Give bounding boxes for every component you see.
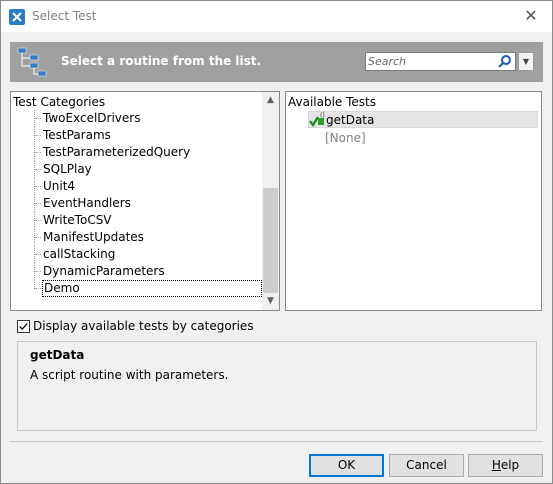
ok-button[interactable]: OK (309, 454, 384, 477)
category-label: Unit4 (43, 179, 76, 193)
tree-connector (35, 169, 41, 170)
header-banner: Select a routine from the list. ▼ (10, 42, 543, 82)
category-label: SQLPlay (43, 162, 92, 176)
display-by-categories-checkbox[interactable] (17, 320, 30, 333)
cancel-button[interactable]: Cancel (389, 454, 464, 477)
search-input[interactable] (366, 53, 494, 70)
banner-instruction: Select a routine from the list. (61, 54, 262, 68)
category-label: TwoExcelDrivers (43, 111, 141, 125)
svg-text:(): () (320, 112, 325, 119)
tree-connector (35, 237, 41, 238)
category-item[interactable]: WriteToCSV (11, 212, 262, 229)
search-dropdown-button[interactable]: ▼ (518, 52, 534, 71)
search-field[interactable] (365, 52, 516, 71)
tests-header: Available Tests (288, 95, 377, 109)
tree-connector (35, 118, 41, 119)
window-title: Select Test (32, 9, 97, 23)
tree-connector (35, 135, 41, 136)
category-label: Demo (42, 280, 262, 297)
categories-header: Test Categories (13, 95, 106, 109)
category-item[interactable]: TestParameterizedQuery (11, 144, 262, 161)
tree-connector (35, 254, 41, 255)
close-button[interactable]: ✕ (520, 5, 542, 27)
tree-connector (35, 271, 41, 272)
tree-connector (35, 186, 41, 187)
category-item-selected[interactable]: Demo (11, 280, 262, 297)
category-item[interactable]: ManifestUpdates (11, 229, 262, 246)
search-icon[interactable] (497, 54, 512, 69)
categories-tree: TwoExcelDrivers TestParams TestParameter… (11, 110, 262, 297)
help-mnemonic: H (491, 458, 501, 472)
category-item[interactable]: Unit4 (11, 178, 262, 195)
category-label: ManifestUpdates (43, 230, 144, 244)
scroll-up-icon[interactable]: ▲ (262, 92, 279, 109)
tree-connector (35, 288, 41, 289)
test-label: [None] (325, 131, 366, 145)
description-text: A script routine with parameters. (30, 368, 229, 382)
category-item[interactable]: callStacking (11, 246, 262, 263)
footer-divider (10, 441, 543, 442)
category-label: TestParameterizedQuery (43, 145, 191, 159)
scroll-thumb[interactable] (263, 188, 278, 293)
app-logo-icon (9, 9, 25, 25)
tree-connector (35, 220, 41, 221)
tree-connector (35, 152, 41, 153)
description-panel: getData A script routine with parameters… (17, 341, 537, 431)
test-item-selected[interactable]: () getData (308, 111, 538, 128)
select-test-dialog: Select Test ✕ Select a routine from the … (0, 0, 553, 484)
display-by-categories-label[interactable]: Display available tests by categories (33, 319, 254, 333)
title-bar: Select Test ✕ (1, 1, 552, 32)
categories-scrollbar[interactable]: ▲ ▼ (262, 92, 279, 310)
test-label: getData (326, 113, 375, 127)
category-label: DynamicParameters (43, 264, 165, 278)
category-item[interactable]: TwoExcelDrivers (11, 110, 262, 127)
tree-hierarchy-icon (17, 47, 47, 77)
scroll-down-icon[interactable]: ▼ (262, 293, 279, 310)
category-item[interactable]: SQLPlay (11, 161, 262, 178)
help-button[interactable]: Help (468, 454, 543, 477)
routine-with-params-icon: () (309, 112, 325, 127)
category-label: WriteToCSV (43, 213, 112, 227)
category-label: callStacking (43, 247, 116, 261)
available-tests-panel: Available Tests () getData [None] (285, 91, 542, 311)
category-item[interactable]: EventHandlers (11, 195, 262, 212)
description-title: getData (30, 348, 85, 362)
test-categories-panel: Test Categories TwoExcelDrivers TestPara… (10, 91, 280, 311)
help-label-rest: elp (500, 458, 520, 472)
category-label: TestParams (43, 128, 111, 142)
category-item[interactable]: TestParams (11, 127, 262, 144)
category-item[interactable]: DynamicParameters (11, 263, 262, 280)
tree-connector (35, 203, 41, 204)
category-label: EventHandlers (43, 196, 131, 210)
